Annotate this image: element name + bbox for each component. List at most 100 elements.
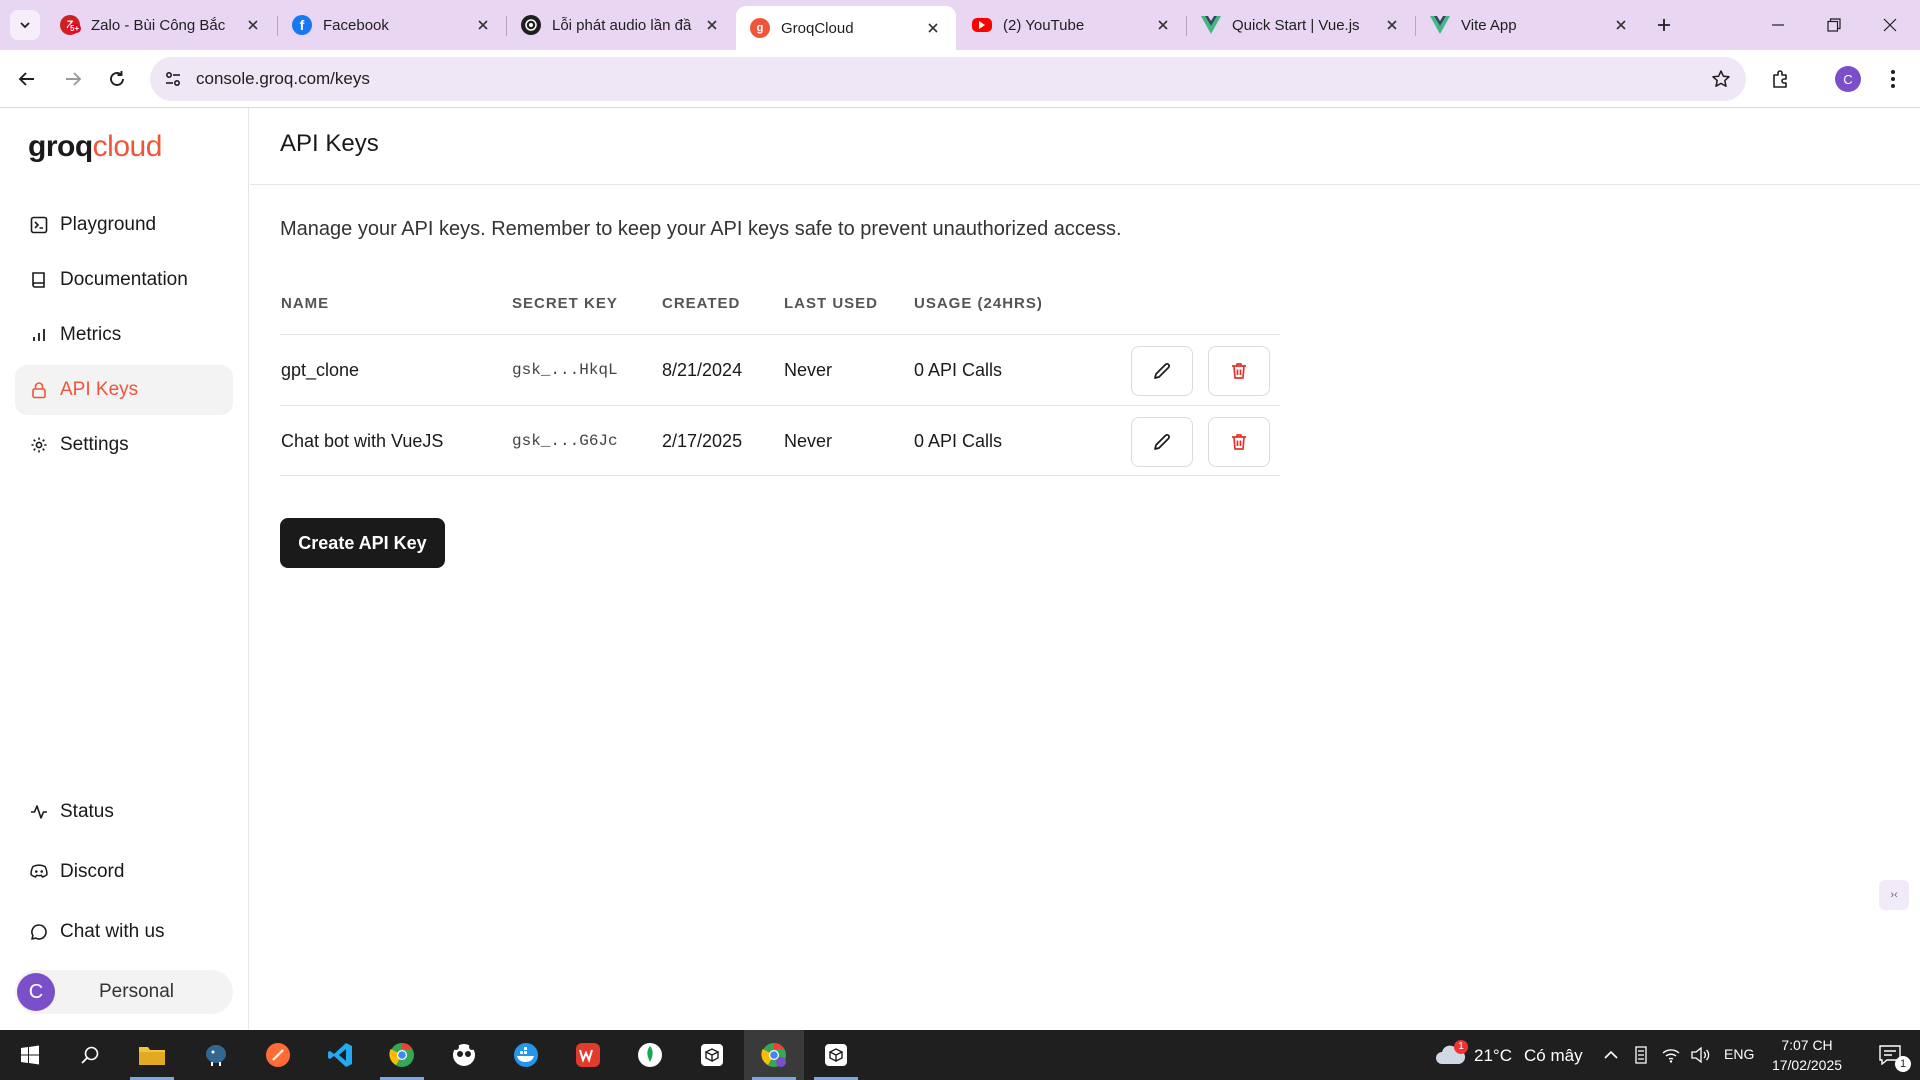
tab-vue-quickstart[interactable]: Quick Start | Vue.js	[1187, 5, 1415, 45]
tab-vite-app[interactable]: Vite App	[1416, 5, 1644, 45]
delete-key-button[interactable]	[1208, 417, 1270, 467]
close-icon[interactable]	[244, 16, 262, 34]
restore-button[interactable]	[1806, 0, 1862, 50]
tray-show-hidden-icons[interactable]	[1596, 1030, 1626, 1080]
lock-icon	[29, 380, 49, 400]
table-row: gpt_clone gsk_...HkqL 8/21/2024 Never 0 …	[280, 334, 1280, 405]
extensions-button[interactable]	[1764, 62, 1798, 96]
panda-icon	[453, 1044, 475, 1066]
taskbar-chrome-profile-2[interactable]	[744, 1030, 804, 1080]
tab-search-button[interactable]	[10, 10, 40, 40]
taskbar-app-box[interactable]	[682, 1030, 742, 1080]
key-usage: 0 API Calls	[914, 360, 1003, 380]
browser-tab-strip: Z 5+ Zalo - Bùi Công Bắc f Facebook Lỗi …	[0, 0, 1920, 50]
sidebar-item-label: Metrics	[60, 324, 122, 345]
sidebar-item-discord[interactable]: Discord	[15, 847, 233, 897]
taskbar-docker[interactable]	[496, 1030, 556, 1080]
taskbar-postman[interactable]	[248, 1030, 308, 1080]
site-info-icon[interactable]	[160, 66, 186, 92]
more-vertical-icon	[1891, 70, 1895, 88]
groq-icon: g	[750, 18, 770, 38]
sidebar-item-label: Discord	[60, 861, 125, 882]
close-icon[interactable]	[924, 19, 942, 37]
taskbar-app-panda[interactable]	[434, 1030, 494, 1080]
close-window-button[interactable]	[1862, 0, 1918, 50]
sidebar-item-label: API Keys	[60, 379, 139, 400]
edit-key-button[interactable]	[1131, 417, 1193, 467]
groqcloud-logo[interactable]: groqcloud	[28, 130, 162, 164]
sidebar-item-status[interactable]: Status	[15, 787, 233, 837]
forward-button[interactable]	[56, 62, 90, 96]
close-icon[interactable]	[1612, 16, 1630, 34]
tray-language[interactable]: ENG	[1724, 1046, 1754, 1062]
taskbar-mongodb[interactable]	[620, 1030, 680, 1080]
key-created: 8/21/2024	[662, 360, 743, 380]
leaf-icon	[638, 1043, 662, 1067]
sidebar-item-api-keys[interactable]: API Keys	[15, 365, 233, 415]
weather-widget[interactable]: 1 21°C Có mây	[1432, 1030, 1587, 1080]
start-button[interactable]	[0, 1030, 60, 1080]
tray-input-indicator[interactable]	[1626, 1030, 1656, 1080]
tab-chatgpt[interactable]: Lỗi phát audio lần đầ	[507, 5, 735, 45]
bookmark-star-icon[interactable]	[1708, 66, 1734, 92]
taskbar-app-box-2[interactable]	[806, 1030, 866, 1080]
sidebar-item-playground[interactable]: Playground	[15, 200, 233, 250]
taskbar-file-explorer[interactable]	[122, 1030, 182, 1080]
address-bar[interactable]: console.groq.com/keys	[150, 57, 1746, 101]
create-api-key-button[interactable]: Create API Key	[280, 518, 445, 568]
tab-zalo[interactable]: Z 5+ Zalo - Bùi Công Bắc	[46, 5, 276, 45]
taskbar-clock[interactable]: 7:07 CH 17/02/2025	[1762, 1035, 1852, 1075]
profile-avatar[interactable]: C	[1835, 66, 1861, 92]
new-tab-button[interactable]	[1650, 11, 1678, 39]
trash-icon	[1232, 434, 1246, 450]
vue-icon	[1201, 15, 1221, 35]
minimize-button[interactable]	[1750, 0, 1806, 50]
url-text[interactable]: console.groq.com/keys	[196, 57, 370, 101]
reload-button[interactable]	[100, 62, 134, 96]
sidebar-item-chat-with-us[interactable]: Chat with us	[15, 907, 233, 957]
wps-icon	[576, 1043, 600, 1067]
page-title: API Keys	[280, 130, 379, 157]
plus-icon	[1658, 19, 1670, 31]
taskbar-postgresql[interactable]	[186, 1030, 246, 1080]
box-icon	[825, 1044, 847, 1066]
tab-title: Zalo - Bùi Công Bắc	[91, 16, 226, 34]
search-button[interactable]	[60, 1030, 120, 1080]
restore-icon	[1827, 18, 1841, 32]
postman-icon	[266, 1043, 290, 1067]
taskbar-vscode[interactable]	[310, 1030, 370, 1080]
browser-menu-button[interactable]	[1876, 62, 1910, 96]
tab-youtube[interactable]: (2) YouTube	[958, 5, 1186, 45]
docker-whale-icon	[514, 1043, 538, 1067]
column-header-secret-key: SECRET KEY	[512, 295, 618, 312]
devtools-toggle-icon[interactable]: ›‹	[1879, 880, 1909, 910]
weather-alert-badge: 1	[1454, 1040, 1468, 1054]
sidebar-item-settings[interactable]: Settings	[15, 420, 233, 470]
taskbar-chrome-profile-1[interactable]	[372, 1030, 432, 1080]
sidebar-item-documentation[interactable]: Documentation	[15, 255, 233, 305]
tab-groqcloud[interactable]: g GroqCloud	[736, 6, 956, 50]
folder-icon	[139, 1047, 165, 1065]
close-icon[interactable]	[1154, 16, 1172, 34]
edit-key-button[interactable]	[1131, 346, 1193, 396]
notification-center-button[interactable]: 1	[1860, 1030, 1920, 1080]
taskbar-wps-office[interactable]	[558, 1030, 618, 1080]
close-icon[interactable]	[1383, 16, 1401, 34]
close-icon[interactable]	[703, 16, 721, 34]
account-switcher[interactable]: C Personal	[15, 970, 233, 1014]
box-icon	[701, 1044, 723, 1066]
tray-volume[interactable]	[1686, 1030, 1716, 1080]
speaker-icon	[1691, 1047, 1710, 1063]
tab-facebook[interactable]: f Facebook	[278, 5, 506, 45]
tray-network[interactable]	[1656, 1030, 1686, 1080]
delete-key-button[interactable]	[1208, 346, 1270, 396]
back-button[interactable]	[10, 62, 44, 96]
column-header-name: NAME	[281, 295, 330, 312]
facebook-icon: f	[292, 15, 312, 35]
key-last-used: Never	[784, 360, 833, 380]
sidebar-item-metrics[interactable]: Metrics	[15, 310, 233, 360]
arrow-left-icon	[18, 72, 34, 86]
sidebar-item-label: Settings	[60, 434, 129, 455]
column-header-created: CREATED	[662, 295, 741, 312]
close-icon[interactable]	[474, 16, 492, 34]
